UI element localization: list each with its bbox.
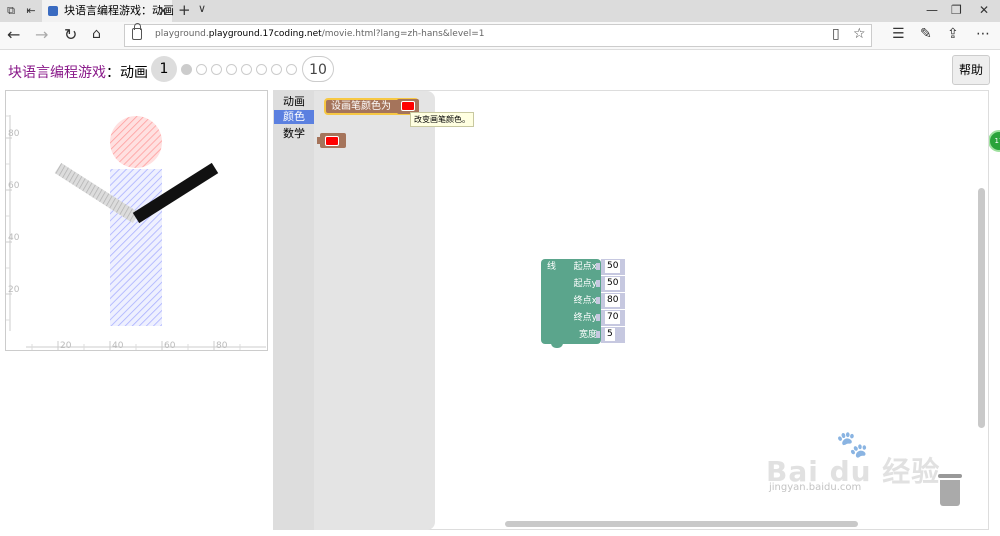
toolbox-category[interactable]: 数学 [274, 127, 314, 141]
line-param-label: 起点y [573, 279, 597, 289]
input-connector [596, 314, 600, 321]
new-tab-icon[interactable]: + [178, 1, 191, 19]
toolbox-flyout: 设画笔颜色为 改变画笔颜色。 [314, 91, 474, 530]
level-dot[interactable] [211, 64, 222, 75]
tab-manager-icon[interactable]: ⧉ [4, 4, 18, 18]
y-tick-label: 40 [8, 233, 20, 243]
page-title: 块语言编程游戏：动画 [8, 65, 148, 81]
input-connector [596, 263, 600, 270]
figure-head [110, 116, 162, 168]
level-dot[interactable] [181, 64, 192, 75]
x-tick-label: 20 [60, 341, 72, 350]
favicon-icon [48, 6, 58, 16]
browser-tab[interactable]: 块语言编程游戏：动画 ✕ [42, 0, 174, 22]
x-tick-label: 80 [216, 341, 228, 350]
line-block-row: 起点y 50 [541, 276, 625, 293]
level-dot[interactable] [271, 64, 282, 75]
page-header: 块语言编程游戏：动画 1 10 帮助 17 [0, 50, 1000, 152]
input-connector [596, 331, 600, 338]
help-button[interactable]: 帮助 [952, 55, 990, 85]
line-block[interactable]: 线起点x 50 起点y 50 终点x 80 终点y 70 宽度 5 [541, 259, 625, 348]
watermark-url: jingyan.baidu.com [769, 482, 862, 493]
more-icon[interactable]: ⋯ [976, 26, 990, 42]
color-value-block[interactable] [317, 133, 346, 148]
line-param-label: 终点x [573, 296, 597, 306]
number-field[interactable]: 50 [605, 260, 621, 273]
toolbox: 动画 颜色 数学 [274, 91, 314, 530]
level-dot[interactable] [286, 64, 297, 75]
number-block[interactable]: 70 [601, 310, 625, 326]
address-bar-row: ← → ↻ ⌂ playground.playground.17coding.n… [0, 22, 1000, 50]
level-10-button[interactable]: 10 [302, 56, 334, 82]
x-tick-label: 60 [164, 341, 176, 350]
figure-body [110, 169, 162, 326]
set-tabs-aside-icon[interactable]: ⇤ [24, 4, 38, 18]
color-value-swatch[interactable] [325, 136, 339, 146]
url-input[interactable]: playground.playground.17coding.net/movie… [124, 23, 872, 47]
level-dot[interactable] [256, 64, 267, 75]
input-connector [596, 280, 600, 287]
line-param-label: 终点y [573, 313, 597, 323]
back-icon[interactable]: ← [7, 25, 20, 44]
number-field[interactable]: 70 [605, 311, 621, 324]
refresh-icon[interactable]: ↻ [64, 25, 77, 44]
close-window-icon[interactable]: ✕ [979, 3, 989, 17]
favorite-star-icon[interactable]: ☆ [853, 26, 866, 42]
baidu-watermark: 🐾 Bai du 经验 jingyan.baidu.com [766, 430, 946, 493]
line-param-label: 起点x [573, 262, 597, 272]
number-block[interactable]: 50 [601, 276, 625, 292]
restore-icon[interactable]: ❐ [951, 3, 962, 17]
page-subtitle: 动画 [120, 65, 148, 81]
home-icon[interactable]: ⌂ [92, 26, 101, 42]
number-block[interactable]: 80 [601, 293, 625, 309]
number-field[interactable]: 5 [605, 328, 615, 341]
level-dot[interactable] [196, 64, 207, 75]
favorites-hub-icon[interactable]: ☰ [892, 26, 905, 42]
y-ticks: 80 60 40 20 [6, 115, 20, 321]
level-dot[interactable] [241, 64, 252, 75]
canvas-svg: 80 60 40 20 20 40 60 80 [6, 115, 266, 350]
url-domain: playground.17coding.net [208, 29, 322, 39]
notes-pen-icon[interactable]: ✎ [920, 26, 932, 42]
url-text: playground.playground.17coding.net/movie… [155, 29, 485, 39]
line-block-row: 终点y 70 [541, 310, 625, 327]
block-tooltip: 改变画笔颜色。 [410, 112, 474, 127]
workspace-vertical-scrollbar[interactable] [978, 188, 985, 428]
drawing-canvas: 80 60 40 20 20 40 60 80 [5, 90, 268, 351]
url-path: /movie.html?lang=zh-hans&level=1 [321, 29, 485, 39]
x-ticks: 20 40 60 80 [31, 341, 241, 350]
line-block-row: 宽度 5 [541, 327, 625, 344]
number-block[interactable]: 5 [601, 327, 625, 343]
number-field[interactable]: 80 [605, 294, 621, 307]
number-field[interactable]: 50 [605, 277, 621, 290]
set-pen-color-block[interactable]: 设画笔颜色为 [324, 98, 419, 115]
line-block-row: 起点x 50 [541, 259, 625, 276]
number-block[interactable]: 50 [601, 259, 625, 275]
toolbox-category[interactable]: 颜色 [274, 110, 314, 124]
level-dot[interactable] [226, 64, 237, 75]
color-block-connector [317, 137, 321, 144]
x-tick-label: 40 [112, 341, 124, 350]
line-param-label: 宽度 [578, 330, 597, 340]
reading-view-icon[interactable]: ▯ [832, 26, 840, 42]
level-1-button[interactable]: 1 [151, 56, 177, 82]
line-block-row: 终点x 80 [541, 293, 625, 310]
y-tick-label: 60 [8, 181, 20, 191]
toolbox-category[interactable]: 动画 [274, 95, 314, 109]
workspace-horizontal-scrollbar[interactable] [505, 521, 858, 527]
share-icon[interactable]: ⇪ [947, 26, 959, 42]
set-pen-color-label: 设画笔颜色为 [331, 101, 391, 112]
lock-icon [132, 23, 142, 40]
tab-list-chevron-icon[interactable]: ∨ [198, 2, 206, 15]
browser-tab-strip: ⧉ ⇤ 块语言编程游戏：动画 ✕ + ∨ — ❐ ✕ [0, 0, 1000, 22]
y-tick-label: 20 [8, 285, 20, 295]
y-tick-label: 80 [8, 129, 20, 139]
side-badge-icon[interactable]: 17 [988, 130, 1000, 152]
tab-close-icon[interactable]: ✕ [158, 0, 168, 22]
minimize-icon[interactable]: — [926, 3, 938, 17]
color-swatch[interactable] [401, 101, 415, 111]
level-progress-dots [181, 64, 301, 76]
forward-icon[interactable]: → [35, 25, 48, 44]
input-connector [596, 297, 600, 304]
